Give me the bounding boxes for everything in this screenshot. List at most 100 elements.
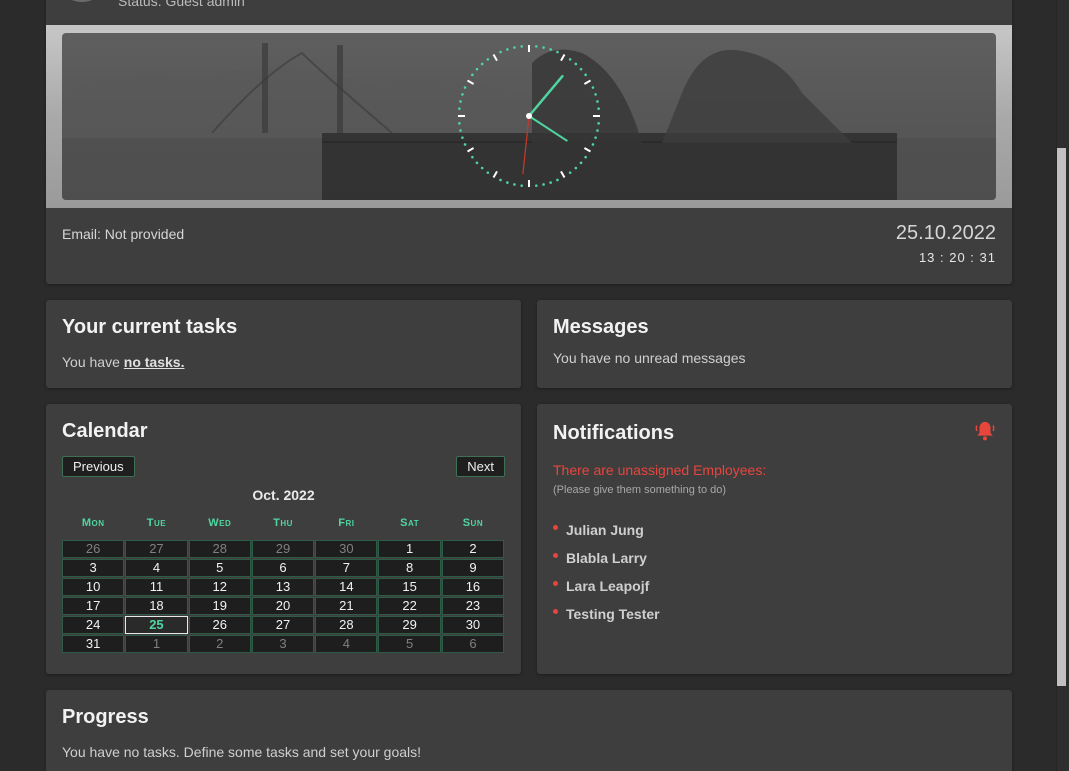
clock-minute-dot: [535, 45, 538, 48]
calendar-day[interactable]: 6: [441, 635, 505, 653]
calendar-title: Calendar: [62, 420, 148, 442]
clock-minute-dot: [458, 122, 461, 125]
calendar-weekday: Mon: [81, 517, 105, 529]
employee-list-item: Lara Leapojf: [553, 572, 660, 600]
calendar-day[interactable]: 23: [441, 597, 505, 615]
calendar-day[interactable]: 3: [251, 635, 315, 653]
calendar-previous-button[interactable]: Previous: [62, 456, 135, 477]
avatar: [62, 0, 102, 2]
calendar-day[interactable]: 3: [62, 559, 125, 577]
calendar-day[interactable]: 5: [378, 635, 441, 653]
clock-minute-dot: [579, 67, 583, 71]
clock-minute-dot: [535, 184, 538, 187]
clock-hour-tick: [560, 170, 566, 178]
calendar-day[interactable]: 28: [188, 540, 251, 558]
bullet-icon: [553, 608, 558, 614]
calendar-day[interactable]: 27: [125, 540, 188, 558]
calendar-day[interactable]: 10: [62, 578, 125, 596]
notifications-hint: (Please give them something to do): [553, 484, 727, 496]
clock-minute-dot: [574, 166, 578, 170]
calendar-day[interactable]: 5: [188, 559, 251, 577]
calendar-week-row: 31 1 2 3 4 5 6: [62, 635, 505, 653]
calendar-week-row: 26 27 28 29 30 1 2: [62, 540, 505, 558]
calendar-weeks: 26 27 28 29 30 1 2 3 4 5 6 7 8 9 10 11 12 13 14 15 16 17 18 19 2…: [62, 540, 505, 653]
calendar-day[interactable]: 27: [251, 616, 315, 634]
calendar-day[interactable]: 30: [441, 616, 505, 634]
calendar-day[interactable]: 31: [62, 635, 125, 653]
calendar-month-label: Oct. 2022: [252, 487, 315, 503]
calendar-week-row: 3456789: [62, 559, 505, 577]
calendar-day[interactable]: 26: [188, 616, 251, 634]
calendar-day[interactable]: 4: [315, 635, 378, 653]
calendar-day[interactable]: 9: [441, 559, 505, 577]
clock-minute-dot: [556, 50, 559, 54]
clock-hour-tick: [583, 79, 591, 85]
calendar-day[interactable]: 17: [62, 597, 125, 615]
calendar-day[interactable]: 20: [251, 597, 315, 615]
calendar-day[interactable]: 19: [188, 597, 251, 615]
calendar-day[interactable]: 29: [378, 616, 441, 634]
calendar-day[interactable]: 26: [62, 540, 125, 558]
messages-text: You have no unread messages: [553, 350, 746, 366]
clock-minute-dot: [475, 161, 479, 165]
calendar-day[interactable]: 18: [125, 597, 188, 615]
clock-minute-dot: [458, 107, 461, 110]
tasks-link[interactable]: no tasks.: [124, 354, 185, 370]
clock-hour-hand: [527, 74, 564, 118]
calendar-day[interactable]: 28: [315, 616, 378, 634]
clock-minute-dot: [459, 129, 462, 132]
clock-minute-dot: [475, 67, 479, 71]
clock-minute-dot: [506, 181, 509, 184]
bell-icon[interactable]: [974, 420, 996, 442]
clock-minute-dot: [520, 45, 523, 48]
clock-minute-dot: [568, 58, 572, 61]
calendar-day[interactable]: 1: [378, 540, 441, 558]
notifications-card: Notifications There are unassigned Emplo…: [537, 404, 1012, 674]
calendar-day[interactable]: 15: [378, 578, 441, 596]
calendar-day[interactable]: 1: [125, 635, 188, 653]
calendar-day[interactable]: 24: [62, 616, 125, 634]
clock-minute-dot: [549, 48, 552, 51]
bullet-icon: [553, 580, 558, 586]
clock-minute-dot: [574, 62, 578, 66]
calendar-day[interactable]: 6: [251, 559, 315, 577]
calendar-week-row: 10 11 12 13 14 15 16: [62, 578, 505, 596]
calendar-day[interactable]: 2: [188, 635, 251, 653]
clock-minute-hand: [528, 115, 568, 142]
calendar-day[interactable]: 14: [315, 578, 378, 596]
calendar-next-button[interactable]: Next: [456, 456, 505, 477]
clock-hour-tick: [467, 79, 475, 85]
calendar-day[interactable]: 8: [378, 559, 441, 577]
calendar-day[interactable]: 22: [378, 597, 441, 615]
calendar-weekday: Fri: [338, 517, 355, 529]
bullet-icon: [553, 552, 558, 558]
clock-minute-dot: [597, 107, 600, 110]
clock-minute-dot: [480, 62, 484, 66]
calendar-day[interactable]: 16: [441, 578, 505, 596]
progress-text: You have no tasks. Define some tasks and…: [62, 744, 422, 760]
scrollbar-thumb[interactable]: [1057, 148, 1066, 686]
calendar-day[interactable]: 29: [251, 540, 315, 558]
employee-name: Blabla Larry: [566, 550, 647, 566]
clock-hour-tick: [492, 54, 498, 62]
current-time: 13 : 20 : 31: [918, 250, 996, 265]
calendar-day[interactable]: 30: [315, 540, 378, 558]
calendar-day[interactable]: 11: [125, 578, 188, 596]
calendar-day[interactable]: 2: [441, 540, 505, 558]
calendar-day[interactable]: 12: [188, 578, 251, 596]
messages-card: Messages You have no unread messages: [537, 300, 1012, 388]
notifications-title: Notifications: [553, 422, 675, 444]
calendar-day[interactable]: 21: [315, 597, 378, 615]
calendar-day[interactable]: 4: [125, 559, 188, 577]
unassigned-employee-list: Julian Jung Blabla Larry Lara Leapojf Testi…: [553, 516, 660, 628]
calendar-day[interactable]: 13: [251, 578, 315, 596]
calendar-day[interactable]: 7: [315, 559, 378, 577]
clock-minute-dot: [556, 178, 559, 182]
calendar-day-today[interactable]: 25: [125, 616, 188, 634]
employee-list-item: Blabla Larry: [553, 544, 660, 572]
clock-hour-tick: [560, 54, 566, 62]
scrollbar-track[interactable]: [1056, 0, 1069, 771]
clock-minute-dot: [461, 93, 464, 96]
profile-status: Status: Guest admin: [118, 0, 245, 9]
clock-minute-dot: [596, 100, 599, 103]
